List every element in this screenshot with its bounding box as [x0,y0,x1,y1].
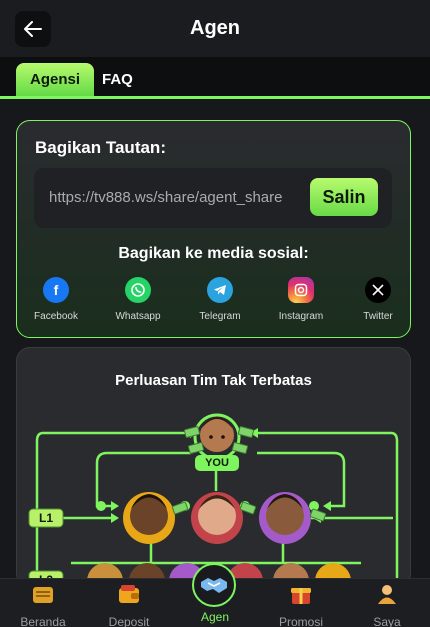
instagram-icon [288,277,314,303]
share-whatsapp-label: Whatsapp [115,311,161,322]
share-telegram-label: Telegram [199,311,241,322]
handshake-icon [201,578,227,593]
nav-deposit-label: Deposit [108,615,150,627]
nav-saya[interactable]: Saya [344,579,430,627]
share-twitter[interactable]: Twitter [348,277,408,322]
whatsapp-icon [125,277,151,303]
nav-agen-label: Agen [200,610,230,624]
share-instagram-label: Instagram [278,311,324,322]
share-facebook[interactable]: f Facebook [26,277,86,322]
nav-promosi[interactable]: Promosi [258,579,344,627]
facebook-icon: f [43,277,69,303]
copy-button[interactable]: Salin [310,178,378,216]
share-telegram[interactable]: Telegram [190,277,250,322]
home-icon [33,587,53,603]
nav-beranda[interactable]: Beranda [0,579,86,627]
share-link-box: https://tv888.ws/share/agent_share Salin [34,168,392,228]
telegram-icon [207,277,233,303]
nav-deposit[interactable]: Deposit [86,579,172,627]
share-instagram[interactable]: Instagram [271,277,331,322]
nav-saya-label: Saya [373,615,401,627]
nav-agen-bubble[interactable] [192,563,236,607]
share-link-card: Bagikan Tautan: https://tv888.ws/share/a… [16,120,411,338]
share-link-url: https://tv888.ws/share/agent_share [49,189,283,206]
x-icon [365,277,391,303]
you-label: YOU [205,457,229,469]
wallet-icon [119,585,139,603]
share-facebook-label: Facebook [34,311,78,322]
tab-faq[interactable]: FAQ [88,63,147,96]
share-whatsapp[interactable]: Whatsapp [108,277,168,322]
level-l1-label: L1 [38,511,53,525]
gift-icon [291,588,311,604]
share-twitter-label: Twitter [363,311,393,322]
tab-agensi[interactable]: Agensi [16,63,95,96]
profile-icon [378,585,396,604]
team-expansion-card: Perluasan Tim Tak Terbatas YOU L1 [16,347,411,587]
tab-bar: Agensi FAQ [0,57,430,99]
nav-promosi-label: Promosi [278,615,323,627]
bottom-navigation: Beranda Deposit Agen Promosi Saya [0,563,430,627]
share-link-title: Bagikan Tautan: [35,138,166,157]
nav-beranda-label: Beranda [20,615,66,627]
app-header: Agen [0,0,430,57]
social-share-title: Bagikan ke media sosial: [118,245,309,262]
page-title: Agen [190,17,240,39]
